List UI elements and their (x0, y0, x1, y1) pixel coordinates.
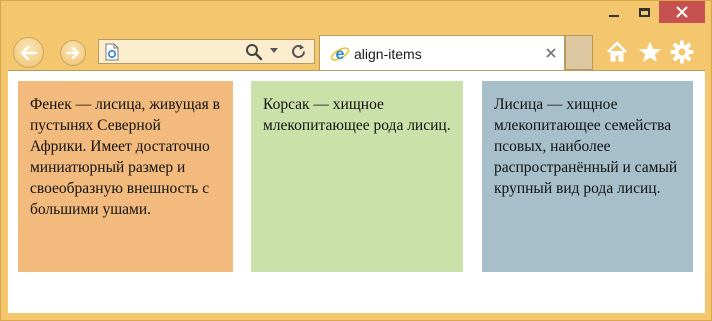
back-button[interactable] (13, 37, 44, 68)
navigation-toolbar: e align-items (1, 32, 711, 71)
card-fox: Лисица — хищное млекопитающее семейства … (482, 81, 693, 272)
close-icon[interactable] (544, 46, 558, 60)
tab-title: align-items (354, 46, 422, 62)
minimize-button[interactable] (599, 1, 629, 23)
minimize-icon (609, 15, 619, 17)
svg-text:e: e (336, 46, 345, 63)
back-arrow-icon (20, 45, 37, 60)
search-icon[interactable] (245, 43, 263, 61)
forward-arrow-icon (66, 47, 80, 59)
card-corsac: Корсак — хищное млекопитающее рода лисиц… (251, 81, 463, 272)
chevron-down-icon[interactable] (269, 45, 279, 55)
forward-button[interactable] (60, 40, 86, 66)
home-icon[interactable] (605, 40, 629, 64)
tab-align-items[interactable]: e align-items (319, 35, 565, 71)
flex-container: Фенек — лисица, живущая в пустынях Север… (8, 71, 705, 272)
new-tab-button[interactable] (565, 35, 593, 70)
gear-icon[interactable] (670, 40, 694, 64)
star-icon[interactable] (638, 40, 662, 64)
refresh-icon[interactable] (289, 42, 308, 61)
maximize-button[interactable] (629, 1, 659, 23)
address-bar[interactable] (98, 39, 315, 64)
window-controls (599, 1, 705, 23)
close-window-icon (676, 6, 688, 18)
page-icon (105, 43, 119, 61)
page-viewport: Фенек — лисица, живущая в пустынях Север… (8, 70, 705, 313)
browser-window: e align-items Фенек — лисица, живущая в … (0, 0, 712, 321)
ie-logo-icon: e (330, 46, 350, 63)
close-window-button[interactable] (659, 1, 705, 23)
card-fennec: Фенек — лисица, живущая в пустынях Север… (18, 81, 233, 272)
maximize-icon (638, 7, 650, 17)
